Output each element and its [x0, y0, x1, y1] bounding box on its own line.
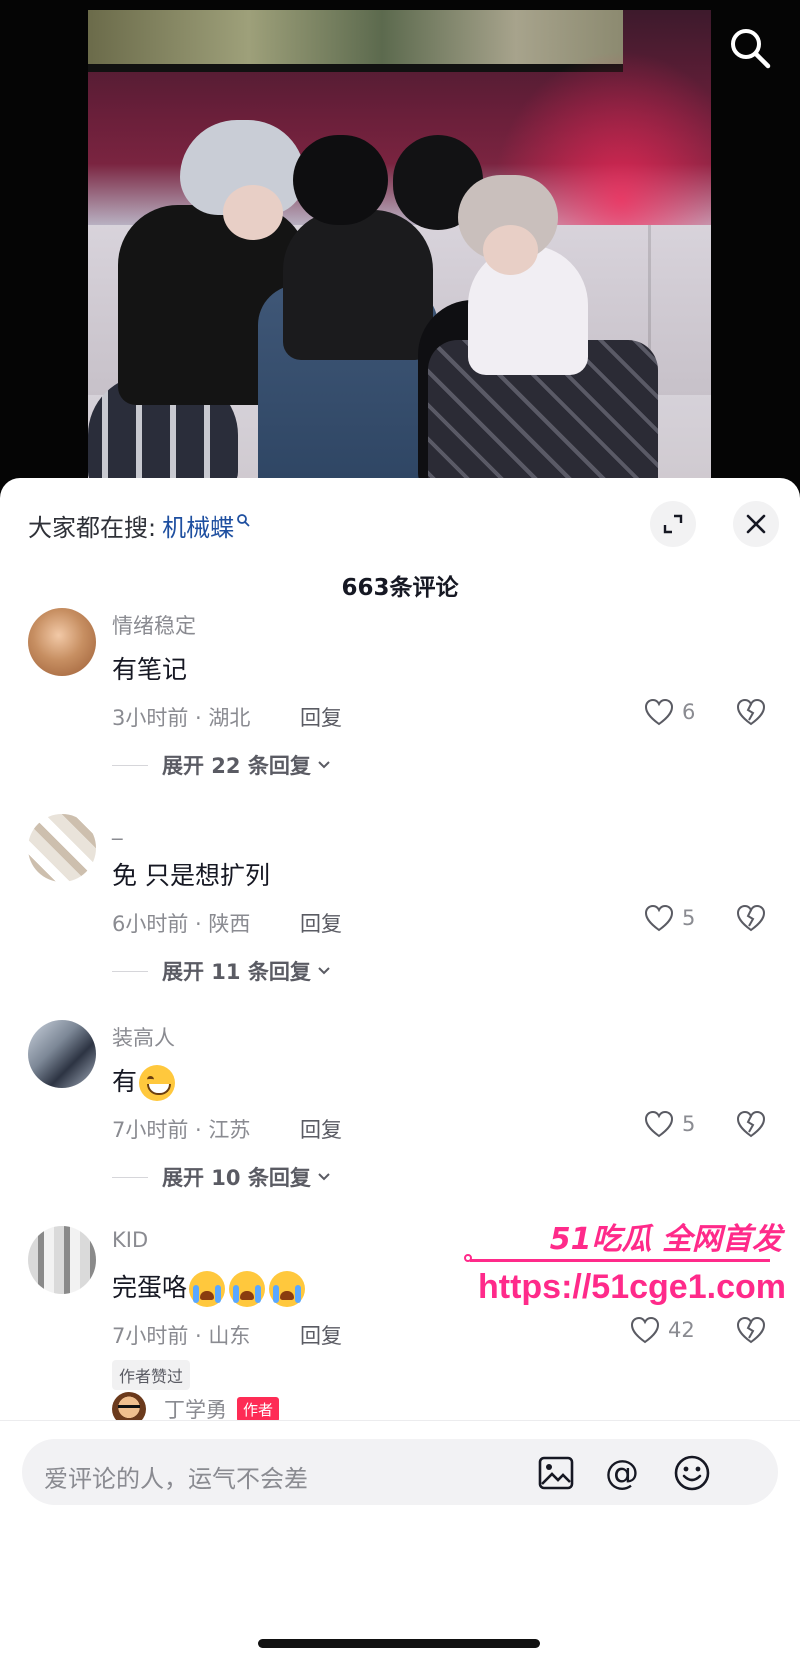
watermark-brand: 51吃瓜 全网首发 — [549, 1222, 782, 1257]
expand-replies-label: 展开 22 条回复 — [162, 754, 311, 778]
grin-emoji — [139, 1065, 176, 1101]
at-icon: @ — [605, 1453, 639, 1493]
watermark: 51吃瓜 全网首发 https://51cge1.com — [464, 1214, 790, 1324]
person-2-body — [283, 210, 433, 360]
chevron-down-icon — [318, 967, 330, 975]
comment-time-location: 6小时前 · 陕西 — [112, 912, 251, 936]
comment-nickname[interactable]: _ — [112, 816, 123, 840]
person-2-hair — [293, 135, 388, 225]
comment-input-bar: 爱评论的人，运气不会差 @ — [0, 1420, 800, 1660]
image-button[interactable] — [534, 1451, 578, 1495]
home-indicator — [258, 1639, 540, 1648]
expand-replies-button[interactable]: 展开 10 条回复 — [112, 1162, 331, 1192]
like-count: 5 — [682, 906, 696, 930]
dislike-button[interactable] — [736, 1110, 766, 1142]
person-4-face — [483, 225, 538, 275]
like-count: 6 — [682, 700, 696, 724]
video-frame — [88, 10, 711, 490]
comment-text: 完蛋咯 — [112, 1273, 188, 1302]
reply-button[interactable]: 回复 — [300, 908, 342, 938]
expand-replies-label: 展开 11 条回复 — [162, 960, 311, 984]
emoji-icon — [674, 1455, 710, 1491]
heart-icon — [644, 904, 674, 932]
search-button[interactable] — [728, 26, 772, 70]
crying-emoji — [189, 1271, 226, 1307]
watermark-line — [470, 1259, 770, 1262]
expand-replies-button[interactable]: 展开 11 条回复 — [112, 956, 331, 986]
heart-icon — [644, 698, 674, 726]
comment-time-location: 3小时前 · 湖北 — [112, 706, 251, 730]
comment-text: 有 — [112, 1067, 138, 1096]
video-player[interactable] — [0, 0, 800, 500]
comment-time-location: 7小时前 · 江苏 — [112, 1118, 251, 1142]
close-icon — [746, 514, 766, 534]
broken-heart-icon — [736, 698, 766, 726]
avatar[interactable] — [28, 608, 96, 676]
divider-dash — [112, 970, 148, 972]
dislike-button[interactable] — [736, 904, 766, 936]
author-tag: 作者 — [237, 1396, 280, 1422]
like-button[interactable]: 5 — [644, 1110, 695, 1138]
expand-replies-button[interactable]: 展开 22 条回复 — [112, 750, 331, 780]
broken-heart-icon — [736, 1110, 766, 1138]
reply-button[interactable]: 回复 — [300, 1114, 342, 1144]
comment-text: 有笔记 — [112, 655, 188, 684]
comment-time-location: 7小时前 · 山东 — [112, 1324, 251, 1348]
chevron-down-icon — [318, 761, 330, 769]
comment-input[interactable]: 爱评论的人，运气不会差 @ — [22, 1439, 778, 1505]
comment-sheet-header: 大家都在搜: 机械蝶 663条评论 — [0, 478, 800, 618]
close-button[interactable] — [733, 501, 779, 547]
crying-emoji — [229, 1271, 266, 1307]
like-button[interactable]: 6 — [644, 698, 695, 726]
expand-replies-label: 展开 10 条回复 — [162, 1166, 311, 1190]
mention-button[interactable]: @ — [600, 1451, 644, 1495]
divider-dash — [112, 764, 148, 766]
small-search-icon — [237, 513, 250, 527]
trending-search-prefix: 大家都在搜: — [28, 514, 157, 542]
trending-search[interactable]: 大家都在搜: 机械蝶 — [28, 508, 250, 543]
comment-text: 免 只是想扩列 — [112, 861, 270, 890]
avatar[interactable] — [28, 1020, 96, 1088]
broken-heart-icon — [736, 904, 766, 932]
comment-text-row: 完蛋咯 — [112, 1268, 307, 1307]
emoji-button[interactable] — [670, 1451, 714, 1495]
watermark-url: https://51cge1.com — [478, 1268, 786, 1306]
comment-count: 663条评论 — [341, 575, 459, 601]
comment-text-row: 有 — [112, 1062, 177, 1101]
expand-sheet-button[interactable] — [650, 501, 696, 547]
image-icon — [538, 1456, 574, 1490]
expand-icon — [663, 514, 683, 534]
divider-dash — [112, 1176, 148, 1178]
reply-button[interactable]: 回复 — [300, 702, 342, 732]
like-button[interactable]: 5 — [644, 904, 695, 932]
person-1-face — [223, 185, 283, 240]
avatar[interactable] — [28, 814, 96, 882]
comment-nickname[interactable]: KID — [112, 1228, 148, 1252]
dislike-button[interactable] — [736, 698, 766, 730]
reply-button[interactable]: 回复 — [300, 1320, 342, 1350]
author-liked-badge: 作者赞过 — [112, 1360, 191, 1390]
comment-input-placeholder: 爱评论的人，运气不会差 — [44, 1465, 308, 1493]
comment-nickname[interactable]: 装高人 — [112, 1022, 175, 1052]
avatar[interactable] — [28, 1226, 96, 1294]
comment-nickname[interactable]: 情绪稳定 — [112, 610, 196, 640]
search-icon — [731, 29, 771, 69]
watermark-dot — [464, 1254, 472, 1262]
chevron-down-icon — [318, 1173, 330, 1181]
crying-emoji — [269, 1271, 306, 1307]
trending-search-keyword[interactable]: 机械蝶 — [162, 508, 234, 543]
like-count: 5 — [682, 1112, 696, 1136]
heart-icon — [644, 1110, 674, 1138]
